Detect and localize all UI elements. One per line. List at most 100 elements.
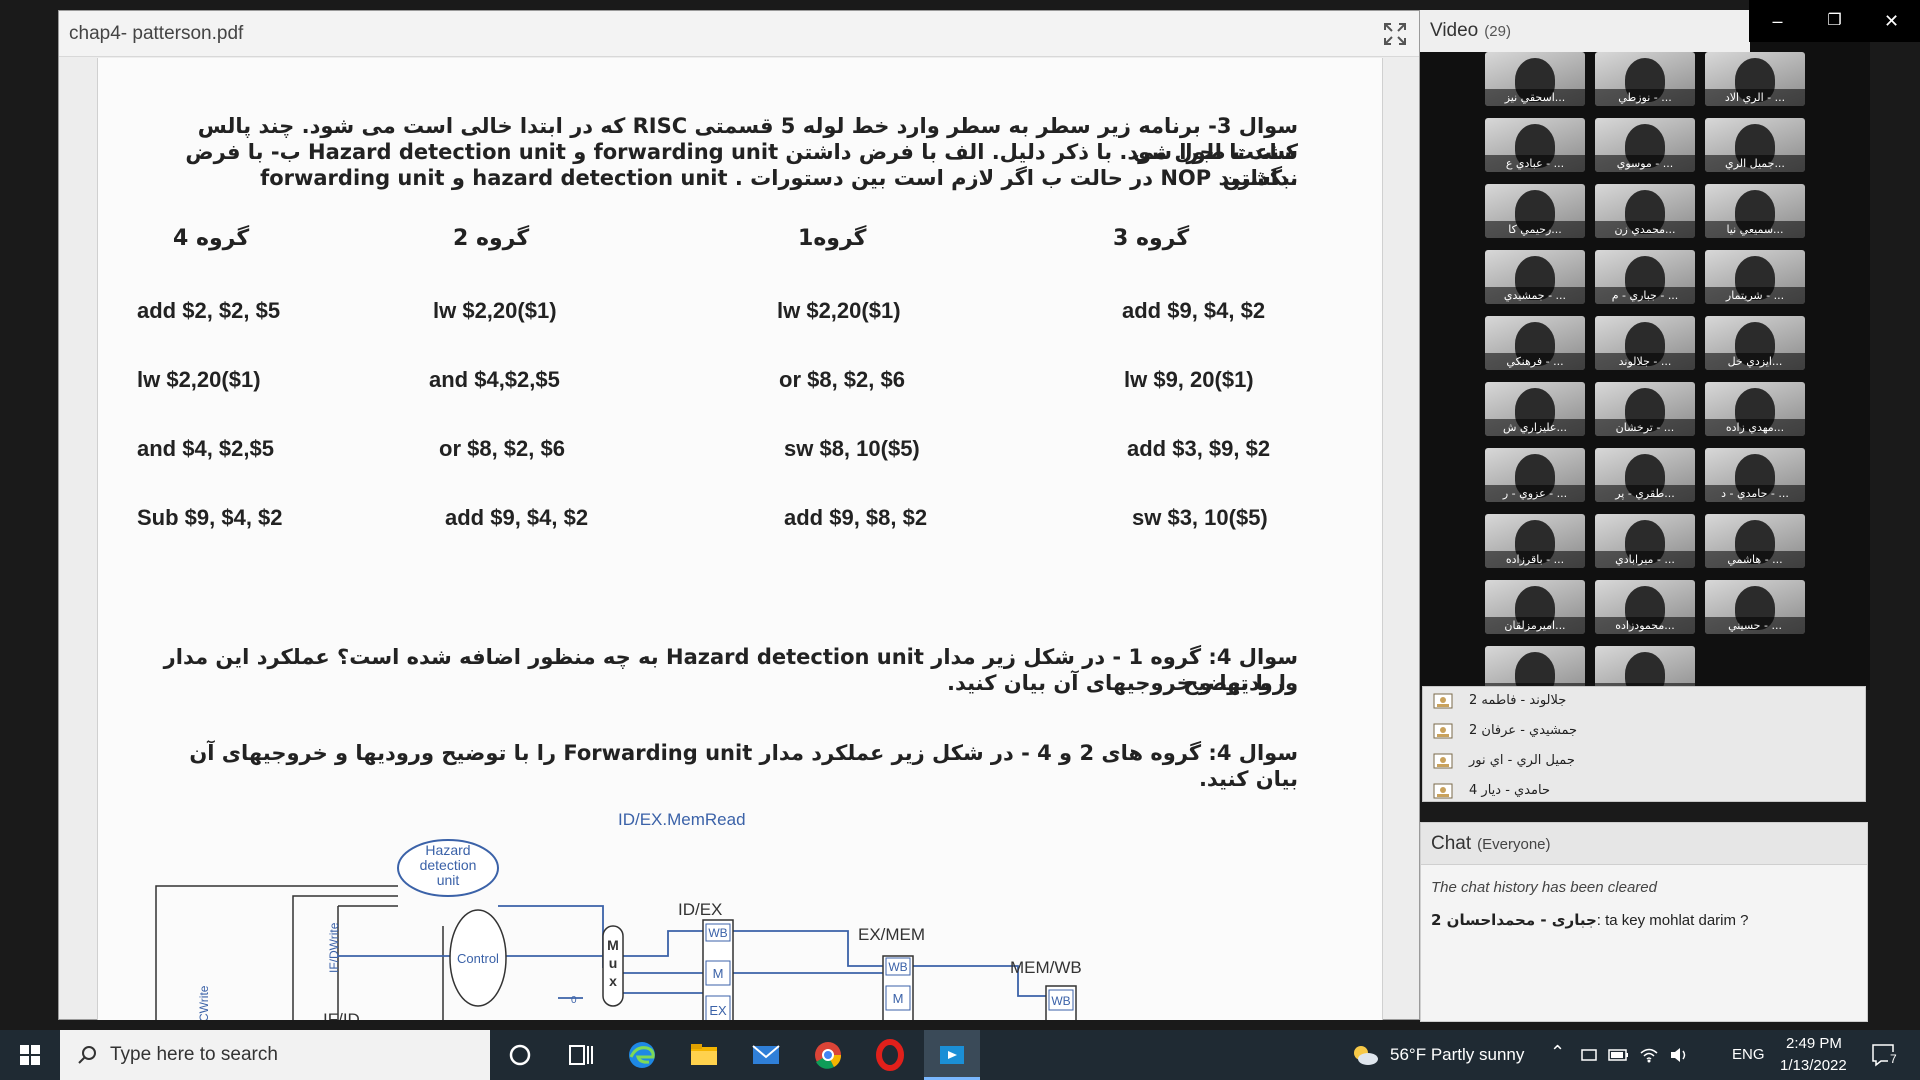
clock-date[interactable]: 1/13/2022 — [1780, 1057, 1847, 1074]
participant-name: ...سميعي نيا — [1705, 221, 1805, 238]
attendee-row[interactable]: جميل الري - اي نور — [1433, 747, 1833, 777]
participant-video-tile[interactable]: ...سميعي نيا — [1705, 184, 1805, 238]
instruction: add $2, $2, $5 — [137, 298, 281, 323]
expand-icon[interactable] — [1383, 22, 1407, 46]
group-heading: گروه 4 — [173, 226, 250, 251]
instruction: lw $9, 20($1) — [1124, 367, 1254, 392]
participant-video-tile[interactable]: ... - ترخشان — [1595, 382, 1695, 436]
field-label: M — [893, 991, 904, 1006]
instruction: lw $2,20($1) — [137, 367, 261, 392]
instruction: Sub $9, $4, $2 — [137, 505, 283, 530]
participant-video-tile[interactable]: ... - شريتمار — [1705, 250, 1805, 304]
participant-video-tile[interactable]: ... - ميرابادي — [1595, 514, 1695, 568]
participant-video-tile[interactable]: ...جميل الري — [1705, 118, 1805, 172]
task-view-icon[interactable] — [552, 1030, 608, 1080]
instruction: sw $3, 10($5) — [1132, 505, 1268, 530]
pipeline-hazard-diagram: Hazard detection unit ID/EX.MemRead IF/D… — [155, 810, 1082, 1020]
participant-video-tile[interactable]: ... - باقرزاده — [1485, 514, 1585, 568]
volume-icon[interactable] — [1668, 1044, 1690, 1066]
edge-icon[interactable] — [614, 1030, 670, 1080]
participant-video-tile[interactable]: ... - موسوي — [1595, 118, 1695, 172]
participant-video-tile[interactable]: ...محمدي زن — [1595, 184, 1695, 238]
participant-video-tile[interactable]: ...مهدي زاده — [1705, 382, 1805, 436]
participant-video-tile[interactable]: ...ايزدي خل — [1705, 316, 1805, 370]
meet-now-icon[interactable] — [1580, 1046, 1598, 1064]
instruction: add $9, $4, $2 — [445, 505, 589, 530]
restore-button[interactable]: ❐ — [1806, 0, 1863, 42]
clock-time[interactable]: 2:49 PM — [1786, 1035, 1842, 1052]
participant-name: ... - جمشيدي — [1485, 287, 1585, 304]
instruction: lw $2,20($1) — [777, 298, 901, 323]
attendee-row[interactable]: حامدي - ديار 4 — [1433, 777, 1833, 807]
attendee-list[interactable]: جلالوند - فاطمه 2 جمشيدي - عرفان 2 جميل … — [1422, 686, 1866, 802]
participant-video-tile[interactable]: ... - عزوي - ر — [1485, 448, 1585, 502]
participant-name: ... - ميرابادي — [1595, 551, 1695, 568]
ifid-label: IF/ID — [323, 1010, 360, 1020]
weather-text[interactable]: 56°F Partly sunny — [1390, 1045, 1524, 1065]
mail-icon[interactable] — [738, 1030, 794, 1080]
attendee-icon — [1433, 693, 1453, 709]
pcwrite-label: PCWrite — [197, 985, 211, 1020]
participant-video-tile[interactable]: ... - جلالوند — [1595, 316, 1695, 370]
participant-video-tile[interactable]: ...اسحقي نيز — [1485, 52, 1585, 106]
battery-icon[interactable] — [1608, 1047, 1630, 1063]
pdf-viewer-window: chap4- patterson.pdf سوال 3- برنامه زیر … — [58, 10, 1420, 1020]
participant-video-tile[interactable]: ... - جباري - م — [1595, 250, 1695, 304]
hazard-unit-line-3: unit — [437, 872, 460, 888]
participant-name: ...عليزاري ش — [1485, 419, 1585, 436]
taskbar-search-box[interactable]: Type here to search — [60, 1030, 490, 1080]
participant-name: ...طقري - پر — [1595, 485, 1695, 502]
chrome-icon[interactable] — [800, 1030, 856, 1080]
hazard-unit-line-2: detection — [420, 857, 477, 873]
close-button[interactable]: ✕ — [1863, 0, 1920, 42]
participant-video-tile[interactable]: ... - عبادي ع — [1485, 118, 1585, 172]
windows-start-icon[interactable] — [0, 1030, 60, 1080]
chevron-up-icon[interactable]: ⌃ — [1550, 1042, 1565, 1063]
participant-video-tile[interactable]: ...طقري - پر — [1595, 448, 1695, 502]
participant-name: ...ايزدي خل — [1705, 353, 1805, 370]
participant-video-tile[interactable]: ... - فرهنكي — [1485, 316, 1585, 370]
notification-count: 7 — [1888, 1052, 1899, 1066]
participant-video-tile[interactable]: ... - حسيني — [1705, 580, 1805, 634]
participant-video-tile[interactable]: ... - جمشيدي — [1485, 250, 1585, 304]
question-4a-line-2: ورودیها و خروجیهای آن بیان کنید. — [946, 671, 1298, 695]
participant-name: ...محمودزاده — [1595, 617, 1695, 634]
attendee-row[interactable]: جلالوند - فاطمه 2 — [1433, 687, 1833, 717]
participant-video-tile[interactable]: ... - حامدي - د — [1705, 448, 1805, 502]
field-label: EX — [709, 1003, 727, 1018]
video-panel: Video (29) ...اسحقي نيز ... - نوزطي ... - ا… — [1420, 10, 1870, 700]
weather-icon — [1354, 1046, 1378, 1065]
instruction: lw $2,20($1) — [433, 298, 557, 323]
attendee-icon — [1433, 723, 1453, 739]
participant-video-tile[interactable]: ... - هاشمي — [1705, 514, 1805, 568]
network-icon[interactable] — [1638, 1044, 1660, 1066]
video-title-text: Video — [1430, 20, 1479, 41]
participant-name: ...رحيمي كا — [1485, 221, 1585, 238]
participant-name: ... - فرهنكي — [1485, 353, 1585, 370]
minimize-button[interactable]: – — [1749, 0, 1806, 42]
attendee-row[interactable]: جمشيدي - عرفان 2 — [1433, 717, 1833, 747]
adobe-connect-taskbar-button[interactable] — [924, 1030, 980, 1080]
pdf-page[interactable]: سوال 3- برنامه زیر سطر به سطر وارد خط لو… — [97, 58, 1383, 1020]
participant-video-tile[interactable]: ... - الري الاد — [1705, 52, 1805, 106]
memread-label: ID/EX.MemRead — [618, 810, 746, 829]
participant-video-tile[interactable]: ...عليزاري ش — [1485, 382, 1585, 436]
participant-name: ... - عزوي - ر — [1485, 485, 1585, 502]
participant-video-tile[interactable]: ...اميرمزلقان — [1485, 580, 1585, 634]
language-indicator[interactable]: ENG — [1732, 1046, 1765, 1063]
participant-video-tile[interactable]: ...رحيمي كا — [1485, 184, 1585, 238]
opera-icon[interactable] — [862, 1030, 918, 1080]
group-heading: گروه 3 — [1113, 226, 1190, 251]
file-explorer-icon[interactable] — [676, 1030, 732, 1080]
chat-panel: Chat (Everyone) The chat history has been… — [1420, 822, 1868, 1022]
participant-name: ...اميرمزلقان — [1485, 617, 1585, 634]
control-label: Control — [457, 951, 499, 966]
participant-name: ... - حسيني — [1705, 617, 1805, 634]
participant-video-tile[interactable]: ... - نوزطي — [1595, 52, 1695, 106]
participant-video-tile[interactable]: ...محمودزاده — [1595, 580, 1695, 634]
attendee-name: جميل الري - اي نور — [1469, 753, 1575, 768]
chat-message[interactable]: 2 جباری - محمداحسان: ta key mohlat darim… — [1431, 911, 1749, 929]
cortana-icon[interactable] — [492, 1030, 548, 1080]
instruction: or $8, $2, $6 — [439, 436, 565, 461]
participant-name: ...محمدي زن — [1595, 221, 1695, 238]
